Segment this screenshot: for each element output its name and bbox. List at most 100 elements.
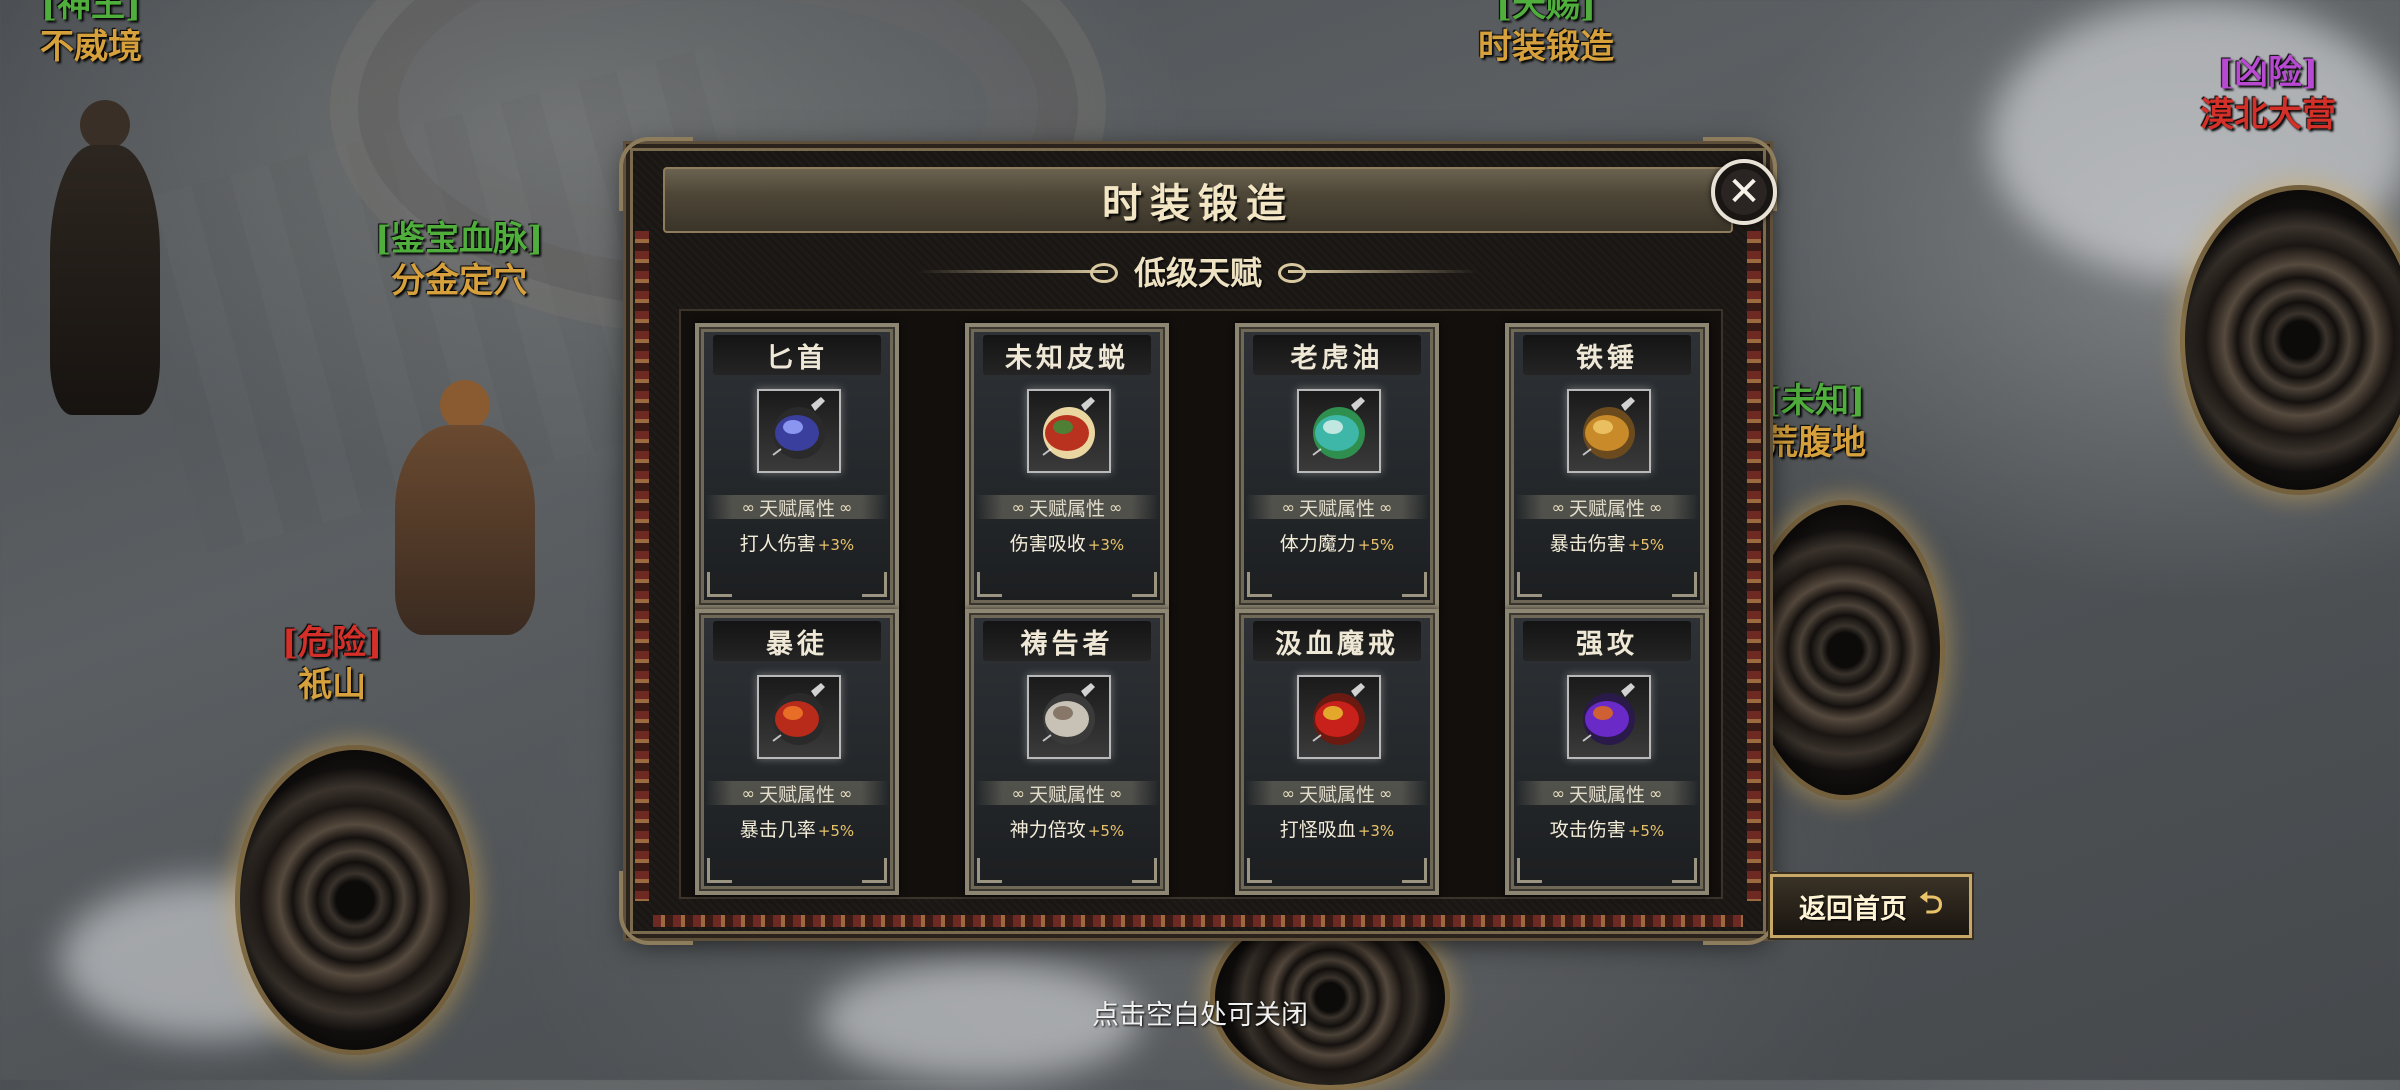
talent-card[interactable]: 暴徒天赋属性暴击几率+5% — [695, 609, 899, 895]
zone-label[interactable]: [凶险] 漠北大营 — [2200, 52, 2336, 136]
talent-attr-bonus: +5% — [1627, 536, 1665, 554]
talent-name: 铁锤 — [1523, 335, 1691, 375]
talent-item-slot[interactable] — [1297, 389, 1381, 473]
header-ornament — [917, 262, 1118, 283]
talent-attr-value: 神力倍攻 +5% — [969, 815, 1165, 842]
zone-label[interactable]: [天赐] 时装锻造 — [1478, 0, 1614, 68]
talent-card[interactable]: 老虎油天赋属性体力魔力+5% — [1235, 323, 1439, 609]
card-corner-ornament — [977, 572, 1002, 597]
zone-label[interactable]: [神王] 不威境 — [40, 0, 142, 68]
talent-attr-name: 暴击伤害 — [1549, 533, 1626, 555]
talent-attr-name: 伤害吸收 — [1009, 533, 1086, 555]
return-home-label: 返回首页 — [1798, 893, 1907, 925]
card-corner-ornament — [1517, 572, 1542, 597]
card-corner-ornament — [707, 858, 732, 883]
talent-attr-bonus: +5% — [1087, 822, 1125, 840]
npc-blacksmith[interactable] — [380, 380, 550, 640]
talent-attr-value: 伤害吸收 +3% — [969, 529, 1165, 556]
brute-icon — [772, 683, 825, 745]
zone-name: 分金定穴 — [391, 261, 528, 301]
card-corner-ornament — [1132, 858, 1157, 883]
card-corner-ornament — [862, 572, 887, 597]
talent-item-slot[interactable] — [1297, 675, 1381, 759]
card-corner-ornament — [1402, 572, 1427, 597]
return-arrow-icon: ⮌ — [1918, 885, 1944, 921]
talent-card[interactable]: 强攻天赋属性攻击伤害+5% — [1505, 609, 1709, 895]
talent-name: 祷告者 — [983, 621, 1151, 661]
talent-item-slot[interactable] — [1567, 675, 1651, 759]
tiger-oil-icon — [1312, 397, 1365, 459]
talent-attr-title: 天赋属性 — [1515, 495, 1699, 520]
card-corner-ornament — [1672, 858, 1697, 883]
zone-name: 漠北大营 — [2200, 95, 2336, 135]
talent-card-grid: 匕首天赋属性打人伤害+3%未知皮蜕天赋属性伤害吸收+3%老虎油天赋属性体力魔力+… — [679, 309, 1723, 899]
card-corner-ornament — [707, 572, 732, 597]
talent-card[interactable]: 匕首天赋属性打人伤害+3% — [695, 323, 899, 609]
prayer-icon — [1042, 683, 1095, 745]
talent-name: 老虎油 — [1253, 335, 1421, 375]
teleport-portal[interactable] — [2180, 185, 2400, 495]
talent-attr-value: 打人伤害 +3% — [699, 529, 895, 556]
card-corner-ornament — [1672, 572, 1697, 597]
talent-attr-title: 天赋属性 — [705, 781, 889, 806]
talent-attr-title: 天赋属性 — [975, 781, 1159, 806]
talent-attr-title: 天赋属性 — [1515, 781, 1699, 806]
zone-label[interactable]: [鉴宝血脉] 分金定穴 — [375, 218, 543, 302]
talent-name: 暴徒 — [713, 621, 881, 661]
talent-name: 未知皮蜕 — [983, 335, 1151, 375]
talent-attr-value: 暴击几率 +5% — [699, 815, 895, 842]
zone-name: 祇山 — [298, 665, 367, 705]
section-title: 低级天赋 — [1133, 254, 1262, 292]
zone-label[interactable]: [未知] 荒腹地 — [1764, 380, 1866, 464]
close-hint-text: 点击空白处可关闭 — [1092, 1000, 1308, 1031]
zone-tag: [天赐] — [1495, 0, 1597, 25]
talent-card[interactable]: 未知皮蜕天赋属性伤害吸收+3% — [965, 323, 1169, 609]
talent-attr-bonus: +5% — [817, 822, 855, 840]
talent-card[interactable]: 汲血魔戒天赋属性打怪吸血+3% — [1235, 609, 1439, 895]
dagger-icon — [772, 397, 825, 459]
talent-attr-name: 打怪吸血 — [1279, 819, 1356, 841]
return-home-button[interactable]: 返回首页 ⮌ — [1770, 874, 1972, 938]
talent-name: 汲血魔戒 — [1253, 621, 1421, 661]
talent-item-slot[interactable] — [1027, 675, 1111, 759]
card-corner-ornament — [1247, 858, 1272, 883]
teleport-portal[interactable] — [1745, 500, 1945, 800]
card-corner-ornament — [977, 858, 1002, 883]
assault-icon — [1582, 683, 1635, 745]
shed-skin-icon — [1042, 397, 1095, 459]
talent-item-slot[interactable] — [1567, 389, 1651, 473]
talent-attr-bonus: +3% — [1087, 536, 1125, 554]
card-corner-ornament — [1247, 572, 1272, 597]
talent-name: 匕首 — [713, 335, 881, 375]
hammer-icon — [1582, 397, 1635, 459]
talent-attr-value: 暴击伤害 +5% — [1509, 529, 1705, 556]
talent-attr-bonus: +3% — [1357, 822, 1395, 840]
zone-tag: [未知] — [1764, 381, 1866, 421]
talent-attr-title: 天赋属性 — [1245, 781, 1429, 806]
talent-attr-name: 神力倍攻 — [1009, 819, 1086, 841]
zone-name: 时装锻造 — [1478, 27, 1614, 67]
talent-item-slot[interactable] — [1027, 389, 1111, 473]
talent-card[interactable]: 铁锤天赋属性暴击伤害+5% — [1505, 323, 1709, 609]
section-header: 低级天赋 — [633, 241, 1763, 301]
fashion-forge-panel: 时装锻造 ✕ 低级天赋 匕首天赋属性打人伤害+3%未知皮蜕天赋属性伤害吸收+3%… — [619, 137, 1777, 945]
close-button[interactable]: ✕ — [1711, 159, 1777, 225]
panel-border-chain — [1747, 231, 1761, 901]
zone-name: 不威境 — [40, 27, 142, 67]
zone-tag: [鉴宝血脉] — [375, 219, 544, 259]
npc-warrior-left[interactable] — [30, 100, 180, 420]
panel-title: 时装锻造 — [1102, 180, 1294, 227]
zone-label[interactable]: [危险] 祇山 — [282, 622, 382, 706]
talent-card[interactable]: 祷告者天赋属性神力倍攻+5% — [965, 609, 1169, 895]
card-corner-ornament — [1517, 858, 1542, 883]
talent-item-slot[interactable] — [757, 389, 841, 473]
talent-attr-bonus: +3% — [817, 536, 855, 554]
talent-attr-title: 天赋属性 — [705, 495, 889, 520]
card-corner-ornament — [1402, 858, 1427, 883]
talent-item-slot[interactable] — [757, 675, 841, 759]
panel-border-chain — [635, 231, 649, 901]
talent-attr-value: 攻击伤害 +5% — [1509, 815, 1705, 842]
talent-attr-value: 打怪吸血 +3% — [1239, 815, 1435, 842]
talent-attr-name: 体力魔力 — [1279, 533, 1356, 555]
panel-border-chain — [653, 915, 1743, 927]
